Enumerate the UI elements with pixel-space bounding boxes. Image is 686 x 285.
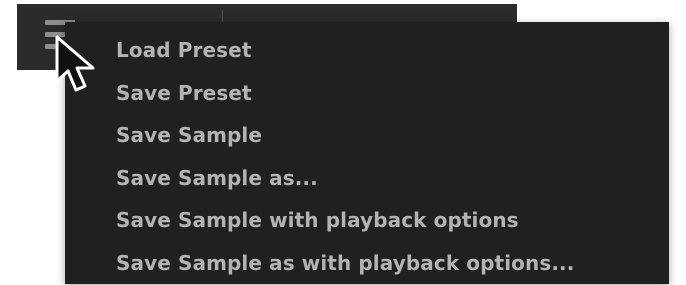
pointer-cursor-icon	[55, 35, 95, 92]
menu-item-save-preset[interactable]: Save Preset	[116, 74, 252, 112]
app-screen: Load Preset Save Preset Save Sample Save…	[0, 0, 686, 285]
menu-item-save-sample[interactable]: Save Sample	[116, 116, 262, 154]
menu-item-load-preset[interactable]: Load Preset	[116, 31, 251, 69]
menu-item-save-sample-with-playback-options[interactable]: Save Sample with playback options	[116, 201, 519, 239]
menu-item-save-sample-as-with-playback-options[interactable]: Save Sample as with playback options...	[116, 244, 574, 282]
preset-dropdown-menu: Load Preset Save Preset Save Sample Save…	[65, 22, 669, 284]
menu-item-save-sample-as[interactable]: Save Sample as...	[116, 159, 318, 197]
